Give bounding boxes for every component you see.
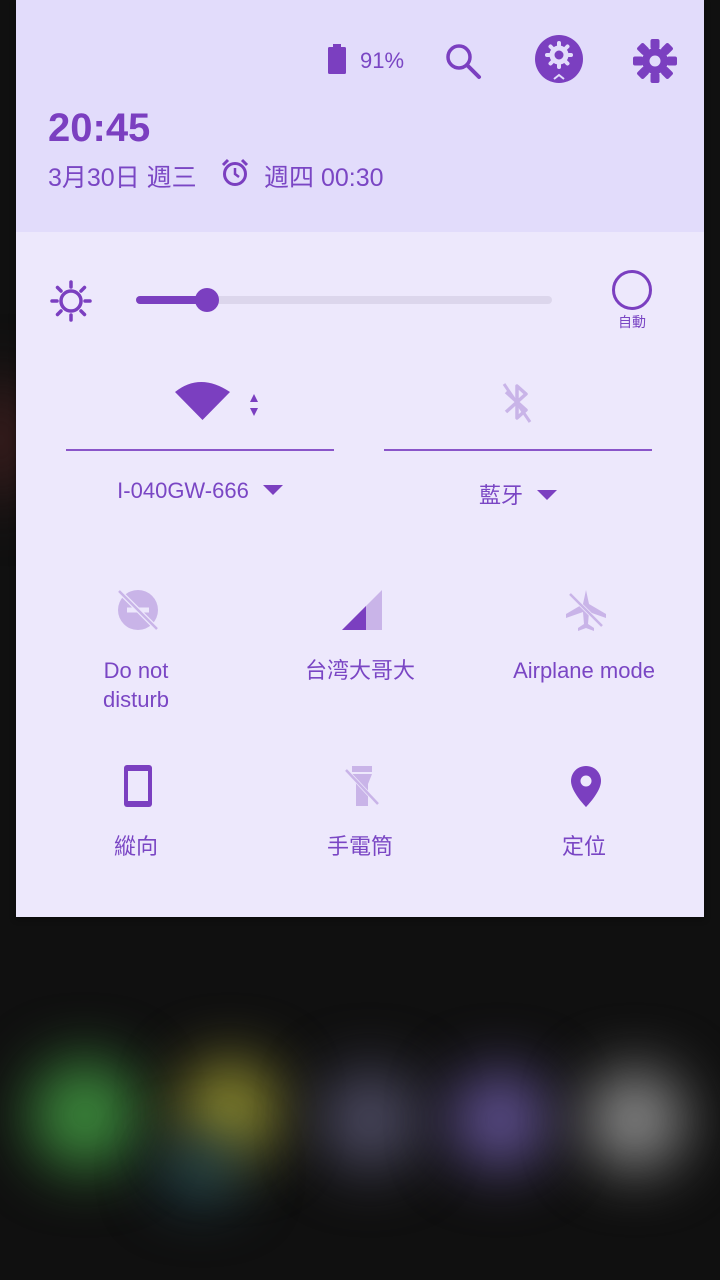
- wifi-divider: [66, 449, 334, 451]
- tile-label: 定位: [561, 834, 606, 859]
- auto-brightness-label: 自動: [618, 314, 646, 330]
- bluetooth-dropdown[interactable]: 藍牙: [384, 478, 652, 510]
- clock-time[interactable]: 20:45: [48, 106, 150, 151]
- wifi-network-dropdown[interactable]: I-040GW-666: [66, 478, 334, 504]
- battery-percentage: 91%: [360, 48, 405, 73]
- tile-label: Do not disturb: [102, 658, 170, 712]
- edit-tiles-button[interactable]: [534, 35, 584, 85]
- bluetooth-divider: [384, 449, 652, 451]
- auto-brightness-toggle[interactable]: [612, 270, 652, 310]
- portrait-rotation-icon: [124, 765, 152, 807]
- tile-label: 台湾大哥大: [304, 658, 415, 683]
- next-alarm-text[interactable]: 週四 00:30: [264, 158, 384, 194]
- quick-settings-panel: 91% 20:45 3月30日 週三 週四 00:30 自動 I-040GW-6…: [16, 0, 704, 917]
- brightness-slider[interactable]: [136, 288, 552, 312]
- blurred-app-icon: [585, 1070, 685, 1170]
- do-not-disturb-icon: [117, 589, 159, 631]
- tile-label: 手電筒: [326, 834, 393, 859]
- brightness-icon: [50, 280, 92, 322]
- tile-label: Airplane mode: [513, 658, 655, 683]
- blurred-app-icon: [320, 1070, 420, 1170]
- search-icon[interactable]: [444, 42, 482, 80]
- dropdown-arrow-icon: [537, 490, 557, 501]
- battery-icon: [328, 44, 346, 74]
- wifi-network-name: I-040GW-666: [117, 478, 249, 503]
- blurred-app-icon: [160, 1140, 240, 1200]
- settings-gear-icon[interactable]: [632, 38, 678, 84]
- brightness-slider-thumb[interactable]: [194, 288, 219, 312]
- bluetooth-label: 藍牙: [478, 483, 523, 508]
- blurred-app-icon: [30, 1060, 140, 1170]
- flashlight-off-icon: [344, 766, 380, 806]
- bluetooth-off-icon[interactable]: [500, 378, 534, 426]
- blurred-app-icon: [450, 1070, 550, 1170]
- tile-label: 縱向: [113, 834, 158, 859]
- dropdown-arrow-icon: [262, 485, 283, 496]
- cellular-signal-icon: [342, 590, 382, 630]
- quick-settings-header: 91% 20:45 3月30日 週三 週四 00:30: [16, 0, 704, 232]
- wifi-icon[interactable]: [170, 378, 270, 428]
- location-pin-icon: [571, 766, 601, 807]
- airplane-icon: [566, 590, 606, 631]
- date-text[interactable]: 3月30日 週三: [48, 158, 197, 194]
- alarm-clock-icon: [221, 158, 249, 186]
